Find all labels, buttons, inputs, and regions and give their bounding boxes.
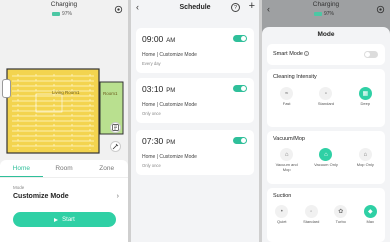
schedule-toggle[interactable]: [233, 35, 247, 42]
max-icon: ◆: [363, 205, 377, 218]
schedule-toggle[interactable]: [233, 85, 247, 92]
vacuum-mop-icon: ⌂: [280, 148, 294, 161]
start-button[interactable]: Start: [13, 212, 116, 227]
smart-mode-toggle[interactable]: [364, 51, 378, 58]
fast-icon: ≈: [280, 87, 294, 100]
chevron-right-icon[interactable]: ›: [117, 193, 119, 200]
room-label-room1: Room1: [103, 91, 118, 96]
suction-option-turbo[interactable]: ✿ Turbo: [328, 205, 354, 225]
schedule-repeat: Only once: [142, 111, 161, 116]
battery-level: 97%: [324, 11, 335, 17]
smart-mode-card: Smart Mode i: [267, 44, 385, 65]
option-vacuum-and-mop[interactable]: ⌂ Vacuum and Mop: [274, 148, 300, 172]
vacuum-mop-label: Vacuum/Mop: [273, 136, 305, 142]
room-label-living-room: Living Room1: [52, 90, 80, 95]
battery-icon: [314, 12, 322, 16]
suction-options: • Quiet ◦ Standard ✿ Turbo ◆ Max: [267, 205, 385, 225]
schedule-screen: ‹ Schedule ? + 09:00 AM Home | Customize …: [131, 0, 259, 242]
mode-caption: Mode: [13, 185, 25, 190]
schedule-repeat: Only once: [142, 163, 161, 168]
mop-icon: ⌂: [358, 148, 372, 161]
mode-settings-screen: ‹ Charging 97% Mode Smart Mode i Cleaning…: [262, 0, 390, 242]
schedule-time: 03:10 PM: [142, 84, 176, 94]
quiet-icon: •: [275, 205, 289, 218]
standard-suction-icon: ◦: [304, 205, 318, 218]
suction-card: Suction • Quiet ◦ Standard ✿ Turbo ◆ Max: [267, 188, 385, 242]
schedule-repeat: Every day: [142, 61, 161, 66]
tab-zone[interactable]: Zone: [85, 160, 128, 177]
start-label: Start: [62, 216, 75, 223]
mode-selector[interactable]: Customize Mode: [13, 193, 69, 200]
intensity-option-deep[interactable]: ▦ Deep: [352, 87, 378, 107]
home-screen: Charging 97% Living Room1 Room1 Home Roo…: [0, 0, 128, 242]
tab-home[interactable]: Home: [0, 160, 43, 177]
schedule-item[interactable]: 07:30 PM Home | Customize Mode Only once: [136, 130, 254, 175]
mode-bottom-sheet: Mode Smart Mode i Cleaning Intensity ≈ Fas…: [262, 27, 390, 242]
suction-option-max[interactable]: ◆ Max: [357, 205, 383, 225]
suction-label: Suction: [273, 193, 292, 199]
vacuum-mop-card: Vacuum/Mop ⌂ Vacuum and Mop ⌂ Vacuum Only …: [267, 131, 385, 184]
turbo-icon: ✿: [334, 205, 348, 218]
intensity-option-standard[interactable]: ▫ Standard: [313, 87, 339, 107]
help-icon[interactable]: ?: [231, 3, 240, 12]
suction-option-standard[interactable]: ◦ Standard: [298, 205, 324, 225]
schedule-mode: Home | Customize Mode: [142, 102, 197, 108]
smart-mode-label: Smart Mode i: [273, 51, 309, 57]
map-area[interactable]: Living Room1 Room1: [0, 24, 128, 156]
schedule-time: 09:00 AM: [142, 34, 176, 44]
info-icon[interactable]: i: [303, 51, 309, 57]
schedule-item[interactable]: 09:00 AM Home | Customize Mode Every day: [136, 28, 254, 73]
deep-icon: ▦: [358, 87, 372, 100]
schedule-time: 07:30 PM: [142, 136, 176, 146]
tab-room[interactable]: Room: [43, 160, 86, 177]
play-icon: [54, 217, 59, 222]
settings-gear-icon[interactable]: [114, 5, 123, 14]
intensity-option-fast[interactable]: ≈ Fast: [274, 87, 300, 107]
cleaning-intensity-label: Cleaning Intensity: [273, 74, 317, 80]
schedule-mode: Home | Customize Mode: [142, 154, 197, 160]
schedule-toggle[interactable]: [233, 137, 247, 144]
status-title: Charging: [50, 1, 78, 8]
battery-indicator: 97%: [52, 11, 72, 17]
schedule-item[interactable]: 03:10 PM Home | Customize Mode Only once: [136, 78, 254, 123]
status-title: Charging: [312, 1, 340, 8]
cleaning-intensity-card: Cleaning Intensity ≈ Fast ▫ Standard ▦ Deep: [267, 69, 385, 127]
control-panel: Home Room Zone Mode Customize Mode › Sta…: [0, 160, 128, 242]
robot-tools-button[interactable]: [110, 141, 121, 152]
cleaning-map[interactable]: [6, 68, 124, 154]
battery-indicator: 97%: [314, 11, 334, 17]
cleaning-intensity-options: ≈ Fast ▫ Standard ▦ Deep: [267, 87, 385, 107]
schedule-mode: Home | Customize Mode: [142, 52, 197, 58]
map-edit-icon: [112, 124, 119, 131]
option-mop-only[interactable]: ⌂ Mop Only: [352, 148, 378, 172]
sheet-title: Mode: [317, 31, 335, 38]
map-edit-button[interactable]: [110, 122, 121, 133]
suction-option-quiet[interactable]: • Quiet: [269, 205, 295, 225]
area-tabs: Home Room Zone: [0, 160, 128, 178]
battery-icon: [52, 12, 60, 16]
option-vacuum-only[interactable]: ⌂ Vacuum Only: [313, 148, 339, 172]
schedule-header: ‹ Schedule ? +: [131, 0, 259, 18]
vacuum-icon: ⌂: [319, 148, 333, 161]
standard-icon: ▫: [319, 87, 333, 100]
vacuum-mop-options: ⌂ Vacuum and Mop ⌂ Vacuum Only ⌂ Mop Only: [267, 148, 385, 172]
status-bar: Charging 97%: [0, 0, 128, 22]
charging-dock: [2, 79, 11, 98]
wrench-icon: [112, 143, 119, 150]
add-schedule-icon[interactable]: +: [249, 0, 255, 12]
settings-gear-icon[interactable]: [376, 5, 385, 14]
battery-level: 97%: [62, 11, 73, 17]
